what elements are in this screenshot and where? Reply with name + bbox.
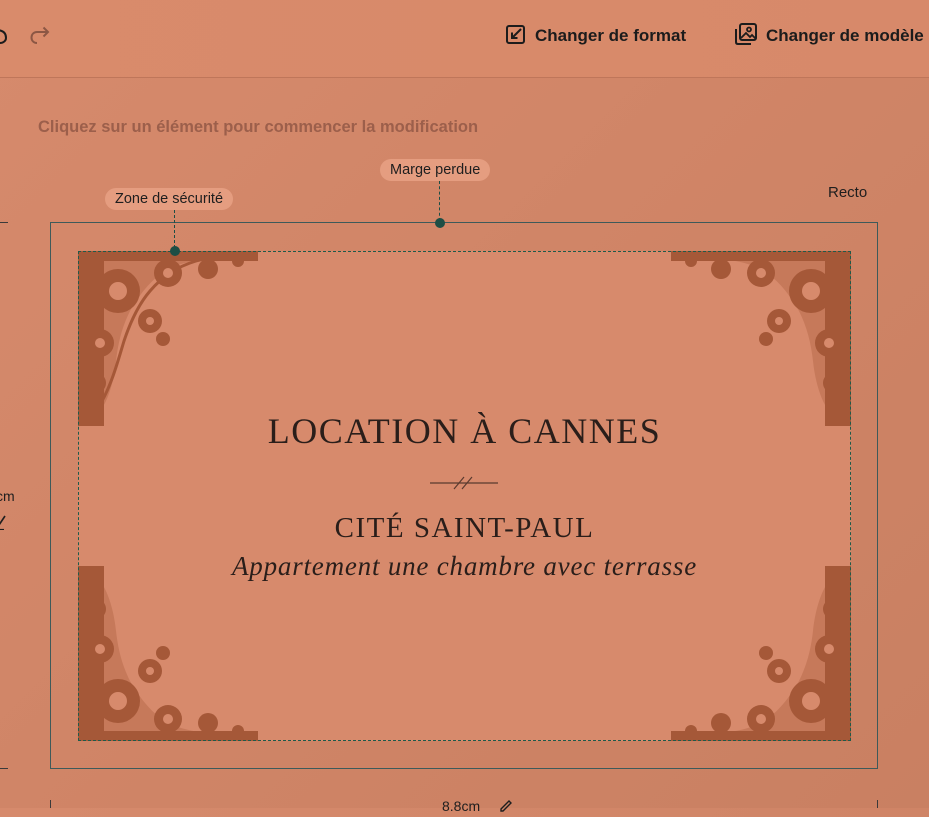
resize-icon [505,23,527,50]
change-template-button[interactable]: Changer de modèle [734,22,924,50]
template-icon [734,22,758,51]
safety-zone-label: Zone de sécurité [105,188,234,210]
edit-height-icon[interactable] [0,512,8,531]
corner-ornament-top-right[interactable] [671,251,851,426]
undo-icon[interactable] [0,24,12,48]
ruler-tick-bottom [0,768,8,769]
ruler-tick-right [877,800,878,808]
side-label: Recto [828,184,868,201]
divider-ornament[interactable] [430,474,498,492]
ruler-tick-left [50,800,51,808]
change-format-button[interactable]: Changer de format [505,22,686,50]
business-card[interactable] [78,251,851,741]
corner-ornament-bottom-right[interactable] [671,566,851,741]
card-tagline[interactable]: Appartement une chambre avec terrasse [78,551,851,582]
ruler-tick-top [0,222,8,223]
corner-ornament-top-left[interactable] [78,251,258,426]
edit-width-icon[interactable] [498,796,514,812]
bleed-label: Marge perdue [380,159,491,181]
bleed-connector [439,181,440,221]
change-template-label: Changer de modèle [766,26,924,45]
card-title[interactable]: LOCATION À CANNES [78,410,851,452]
corner-ornament-bottom-left[interactable] [78,566,258,741]
card-subtitle[interactable]: CITÉ SAINT-PAUL [78,512,851,545]
safety-connector [174,210,175,248]
redo-icon[interactable] [28,24,52,48]
bleed-marker [435,218,445,228]
top-toolbar: Changer de format Changer de modèle [0,0,929,78]
height-dimension: cm [0,488,15,504]
editor-hint: Cliquez sur un élément pour commencer la… [38,118,479,136]
safety-marker [170,246,180,256]
change-format-label: Changer de format [535,26,687,45]
width-dimension: 8.8cm [442,798,481,814]
